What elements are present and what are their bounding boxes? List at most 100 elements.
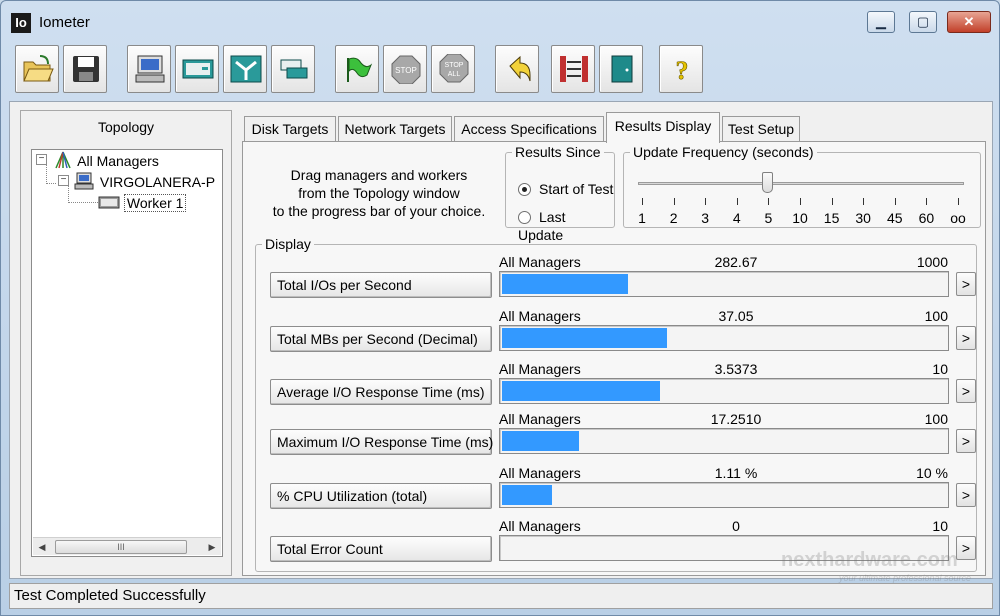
hint-line: Drag managers and workers (290, 167, 468, 183)
frequency-tick (894, 198, 896, 205)
tree-item-all-managers[interactable]: All Managers (52, 150, 159, 170)
duplicate-worker-button[interactable] (271, 45, 315, 93)
stop-icon: STOP (391, 55, 421, 84)
metric-max: 10 % (916, 465, 948, 481)
metric-expand-arrow-button[interactable]: > (956, 272, 976, 296)
start-display-button[interactable] (127, 45, 171, 93)
metric-progress-bar[interactable] (499, 325, 949, 351)
new-network-worker-icon (230, 55, 262, 83)
title-bar[interactable]: Io Iometer ▁ ▢ ✕ (1, 1, 999, 43)
metric-expand-arrow-button[interactable]: > (956, 326, 976, 350)
scroll-right-icon[interactable]: ▶ (205, 540, 219, 554)
frequency-tick-label: 45 (887, 210, 903, 226)
expand-manager-toggle[interactable]: − (58, 175, 69, 186)
tree-connector (68, 202, 98, 203)
svg-text:?: ? (676, 56, 689, 84)
radio-selected-icon[interactable] (518, 183, 531, 196)
window-title: Iometer (39, 14, 90, 31)
svg-text:ALL: ALL (448, 71, 461, 78)
metric-progress-bar[interactable] (499, 482, 949, 508)
metric-manager-label: All Managers (499, 308, 581, 324)
metric-manager-label: All Managers (499, 254, 581, 270)
drag-hint: Drag managers and workers from the Topol… (261, 166, 497, 220)
tab-test-setup[interactable]: Test Setup (722, 116, 800, 142)
frequency-tick (831, 198, 833, 205)
metric-progress-fill (502, 274, 628, 294)
tree-label: VIRGOLANERA-P (99, 174, 216, 190)
frequency-tick-label: 1 (638, 210, 646, 226)
svg-text:STOP: STOP (395, 66, 417, 75)
save-icon (73, 56, 99, 82)
help-button[interactable]: ? (659, 45, 703, 93)
frequency-tick (642, 198, 643, 205)
hint-line: from the Topology window (298, 185, 460, 201)
update-frequency-slider-thumb[interactable] (762, 172, 773, 193)
tree-item-manager[interactable]: VIRGOLANERA-P (74, 171, 215, 191)
frequency-tick (863, 198, 865, 205)
tab-network-targets[interactable]: Network Targets (338, 116, 452, 142)
metric-progress-fill (502, 328, 667, 348)
tab-results-display[interactable]: Results Display (606, 112, 720, 143)
new-disk-worker-button[interactable] (175, 45, 219, 93)
topology-panel: Topology − All Managers − VIRGOLANERA-P … (20, 110, 232, 576)
display-group: Display All Managers 282.67 1000 Total I/Os… (255, 236, 977, 572)
disconnect-button[interactable] (551, 45, 595, 93)
radio-unselected-icon[interactable] (518, 211, 531, 224)
tree-connector (46, 164, 47, 184)
new-network-worker-button[interactable] (223, 45, 267, 93)
metric-progress-bar[interactable] (499, 271, 949, 297)
metric-expand-arrow-button[interactable]: > (956, 429, 976, 453)
scroll-left-icon[interactable]: ◀ (35, 540, 49, 554)
frequency-tick (768, 198, 770, 205)
computer-icon (74, 172, 94, 190)
tree-connector (46, 183, 56, 184)
reset-workers-button[interactable] (495, 45, 539, 93)
frequency-tick (926, 198, 928, 205)
metric-manager-label: All Managers (499, 518, 581, 534)
start-tests-button[interactable] (335, 45, 379, 93)
tab-disk-targets[interactable]: Disk Targets (244, 116, 336, 142)
new-disk-worker-icon (182, 59, 214, 79)
maximize-button[interactable]: ▢ (909, 11, 937, 33)
metric-select-button[interactable]: Total MBs per Second (Decimal) (270, 326, 492, 352)
tab-access-specifications[interactable]: Access Specifications (454, 116, 604, 142)
stop-all-button[interactable]: STOP ALL (431, 45, 475, 93)
metric-max: 100 (924, 411, 948, 427)
radio-last-update[interactable]: Last Update (518, 208, 614, 243)
exit-button[interactable] (599, 45, 643, 93)
metric-progress-bar[interactable] (499, 378, 949, 404)
save-button[interactable] (63, 45, 107, 93)
metric-progress-bar[interactable] (499, 428, 949, 454)
open-folder-icon (23, 55, 54, 82)
tree-horizontal-scrollbar[interactable]: ◀ III ▶ (33, 537, 221, 555)
hint-line: to the progress bar of your choice. (272, 203, 486, 219)
close-button[interactable]: ✕ (947, 11, 991, 33)
metric-expand-arrow-button[interactable]: > (956, 483, 976, 507)
metric-manager-label: All Managers (499, 465, 581, 481)
frequency-tick-label: 60 (918, 210, 935, 226)
tree-item-worker[interactable]: Worker 1 (98, 192, 187, 212)
watermark-tagline: your ultimate professional source (839, 573, 972, 583)
metric-select-button[interactable]: % CPU Utilization (total) (270, 483, 492, 509)
metric-expand-arrow-button[interactable]: > (956, 379, 976, 403)
topology-tree[interactable]: − All Managers − VIRGOLANERA-P Worker 1 … (31, 149, 223, 557)
stop-button[interactable]: STOP (383, 45, 427, 93)
frequency-tick (958, 198, 959, 205)
disconnect-icon (560, 56, 588, 82)
metric-select-button[interactable]: Average I/O Response Time (ms) (270, 379, 492, 405)
frequency-tick-label: 10 (792, 210, 808, 226)
metric-select-button[interactable]: Maximum I/O Response Time (ms) (270, 429, 493, 455)
metric-select-button[interactable]: Total Error Count (270, 536, 492, 562)
frequency-tick (705, 198, 707, 205)
expand-all-managers-toggle[interactable]: − (36, 154, 47, 165)
radio-start-of-test[interactable]: Start of Test (518, 180, 613, 198)
open-button[interactable] (15, 45, 59, 93)
metric-value: 17.2510 (710, 411, 762, 427)
minimize-button[interactable]: ▁ (867, 11, 895, 33)
metric-select-button[interactable]: Total I/Os per Second (270, 272, 492, 298)
update-frequency-track[interactable] (638, 182, 964, 185)
help-icon: ? (675, 56, 689, 84)
metric-expand-arrow-button[interactable]: > (956, 536, 976, 560)
scroll-thumb[interactable]: III (55, 540, 187, 554)
metric-progress-fill (502, 381, 660, 401)
